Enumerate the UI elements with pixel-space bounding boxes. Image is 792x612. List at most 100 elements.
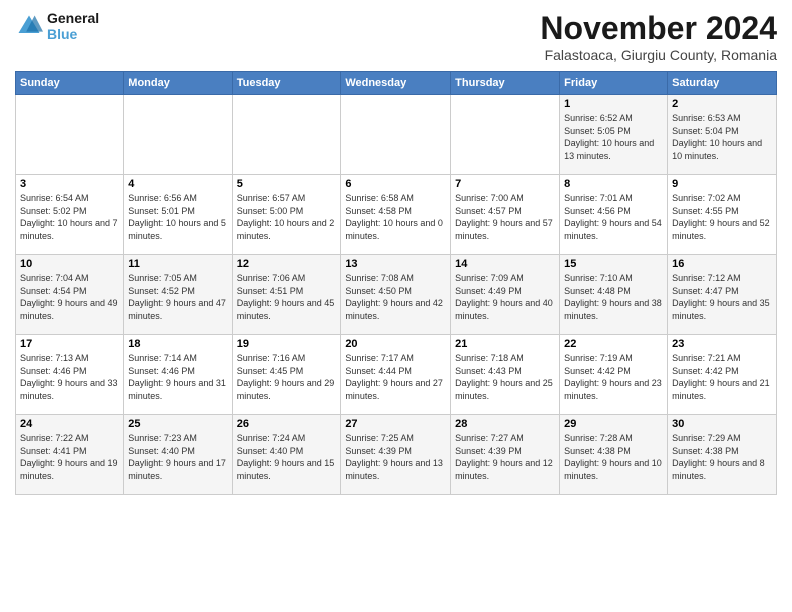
table-row: 10Sunrise: 7:04 AM Sunset: 4:54 PM Dayli… bbox=[16, 255, 124, 335]
table-row: 19 Sunrise: 7:16 AM Sunset: 4:45 PM Dayli… bbox=[232, 335, 341, 415]
day-info: Sunrise: 7:23 AM Sunset: 4:40 PM Dayligh… bbox=[128, 432, 227, 482]
day-info: Sunrise: 6:56 AM Sunset: 5:01 PM Dayligh… bbox=[128, 192, 227, 242]
day-info: Sunrise: 7:05 AM Sunset: 4:52 PM Dayligh… bbox=[128, 272, 227, 322]
month-title: November 2024 bbox=[540, 10, 777, 47]
table-row bbox=[124, 95, 232, 175]
day-info: Sunrise: 7:24 AM Sunset: 4:40 PM Dayligh… bbox=[237, 432, 337, 482]
table-row: 6 Sunrise: 6:58 AM Sunset: 4:58 PM Daylig… bbox=[341, 175, 451, 255]
table-row: 17 Sunrise: 7:13 AM Sunset: 4:46 PM Dayli… bbox=[16, 335, 124, 415]
day-number: 23 bbox=[672, 338, 772, 350]
calendar-week-row: 3Sunrise: 6:54 AM Sunset: 5:02 PM Daylig… bbox=[16, 175, 777, 255]
subtitle: Falastoaca, Giurgiu County, Romania bbox=[540, 47, 777, 63]
day-number: 26 bbox=[237, 418, 337, 430]
col-friday: Friday bbox=[560, 72, 668, 95]
day-number: 17 bbox=[20, 338, 119, 350]
day-number: 27 bbox=[345, 418, 446, 430]
table-row: 26 Sunrise: 7:24 AM Sunset: 4:40 PM Dayli… bbox=[232, 415, 341, 495]
col-thursday: Thursday bbox=[451, 72, 560, 95]
day-number: 29 bbox=[564, 418, 663, 430]
day-number: 20 bbox=[345, 338, 446, 350]
day-number: 6 bbox=[345, 178, 446, 190]
day-info: Sunrise: 6:57 AM Sunset: 5:00 PM Dayligh… bbox=[237, 192, 337, 242]
day-info: Sunrise: 7:02 AM Sunset: 4:55 PM Dayligh… bbox=[672, 192, 772, 242]
day-number: 14 bbox=[455, 258, 555, 270]
header: General Blue November 2024 Falastoaca, G… bbox=[15, 10, 777, 63]
table-row: 11 Sunrise: 7:05 AM Sunset: 4:52 PM Dayli… bbox=[124, 255, 232, 335]
table-row: 18 Sunrise: 7:14 AM Sunset: 4:46 PM Dayli… bbox=[124, 335, 232, 415]
day-number: 19 bbox=[237, 338, 337, 350]
day-info: Sunrise: 7:17 AM Sunset: 4:44 PM Dayligh… bbox=[345, 352, 446, 402]
day-number: 3 bbox=[20, 178, 119, 190]
table-row: 14 Sunrise: 7:09 AM Sunset: 4:49 PM Dayli… bbox=[451, 255, 560, 335]
day-info: Sunrise: 7:06 AM Sunset: 4:51 PM Dayligh… bbox=[237, 272, 337, 322]
table-row: 27 Sunrise: 7:25 AM Sunset: 4:39 PM Dayli… bbox=[341, 415, 451, 495]
table-row bbox=[341, 95, 451, 175]
day-number: 4 bbox=[128, 178, 227, 190]
table-row: 13 Sunrise: 7:08 AM Sunset: 4:50 PM Dayli… bbox=[341, 255, 451, 335]
day-info: Sunrise: 6:58 AM Sunset: 4:58 PM Dayligh… bbox=[345, 192, 446, 242]
col-saturday: Saturday bbox=[668, 72, 777, 95]
day-number: 1 bbox=[564, 98, 663, 110]
table-row: 4 Sunrise: 6:56 AM Sunset: 5:01 PM Daylig… bbox=[124, 175, 232, 255]
calendar-week-row: 24Sunrise: 7:22 AM Sunset: 4:41 PM Dayli… bbox=[16, 415, 777, 495]
day-number: 28 bbox=[455, 418, 555, 430]
col-wednesday: Wednesday bbox=[341, 72, 451, 95]
col-monday: Monday bbox=[124, 72, 232, 95]
day-info: Sunrise: 7:18 AM Sunset: 4:43 PM Dayligh… bbox=[455, 352, 555, 402]
table-row: 23 Sunrise: 7:21 AM Sunset: 4:42 PM Dayli… bbox=[668, 335, 777, 415]
table-row: 15 Sunrise: 7:10 AM Sunset: 4:48 PM Dayli… bbox=[560, 255, 668, 335]
table-row: 20 Sunrise: 7:17 AM Sunset: 4:44 PM Dayli… bbox=[341, 335, 451, 415]
table-row bbox=[232, 95, 341, 175]
table-row: 3Sunrise: 6:54 AM Sunset: 5:02 PM Daylig… bbox=[16, 175, 124, 255]
day-info: Sunrise: 7:21 AM Sunset: 4:42 PM Dayligh… bbox=[672, 352, 772, 402]
day-number: 11 bbox=[128, 258, 227, 270]
calendar: Sunday Monday Tuesday Wednesday Thursday… bbox=[15, 71, 777, 495]
logo-icon bbox=[15, 12, 43, 40]
day-number: 8 bbox=[564, 178, 663, 190]
day-info: Sunrise: 7:29 AM Sunset: 4:38 PM Dayligh… bbox=[672, 432, 772, 482]
table-row: 21Sunrise: 7:18 AM Sunset: 4:43 PM Dayli… bbox=[451, 335, 560, 415]
table-row: 16Sunrise: 7:12 AM Sunset: 4:47 PM Dayli… bbox=[668, 255, 777, 335]
day-number: 9 bbox=[672, 178, 772, 190]
logo-text: General Blue bbox=[47, 10, 99, 42]
day-number: 13 bbox=[345, 258, 446, 270]
day-number: 30 bbox=[672, 418, 772, 430]
table-row: 7 Sunrise: 7:00 AM Sunset: 4:57 PM Daylig… bbox=[451, 175, 560, 255]
table-row: 29 Sunrise: 7:28 AM Sunset: 4:38 PM Dayli… bbox=[560, 415, 668, 495]
day-info: Sunrise: 7:25 AM Sunset: 4:39 PM Dayligh… bbox=[345, 432, 446, 482]
table-row: 30 Sunrise: 7:29 AM Sunset: 4:38 PM Dayli… bbox=[668, 415, 777, 495]
day-number: 25 bbox=[128, 418, 227, 430]
day-number: 7 bbox=[455, 178, 555, 190]
day-number: 18 bbox=[128, 338, 227, 350]
table-row: 8 Sunrise: 7:01 AM Sunset: 4:56 PM Daylig… bbox=[560, 175, 668, 255]
table-row: 24Sunrise: 7:22 AM Sunset: 4:41 PM Dayli… bbox=[16, 415, 124, 495]
page: General Blue November 2024 Falastoaca, G… bbox=[0, 0, 792, 612]
day-number: 2 bbox=[672, 98, 772, 110]
calendar-header-row: Sunday Monday Tuesday Wednesday Thursday… bbox=[16, 72, 777, 95]
day-info: Sunrise: 7:12 AM Sunset: 4:47 PM Dayligh… bbox=[672, 272, 772, 322]
day-number: 15 bbox=[564, 258, 663, 270]
table-row: 28 Sunrise: 7:27 AM Sunset: 4:39 PM Dayli… bbox=[451, 415, 560, 495]
table-row: 25 Sunrise: 7:23 AM Sunset: 4:40 PM Dayli… bbox=[124, 415, 232, 495]
title-block: November 2024 Falastoaca, Giurgiu County… bbox=[540, 10, 777, 63]
table-row: 12Sunrise: 7:06 AM Sunset: 4:51 PM Dayli… bbox=[232, 255, 341, 335]
day-number: 22 bbox=[564, 338, 663, 350]
table-row bbox=[16, 95, 124, 175]
table-row: 9 Sunrise: 7:02 AM Sunset: 4:55 PM Daylig… bbox=[668, 175, 777, 255]
day-info: Sunrise: 7:10 AM Sunset: 4:48 PM Dayligh… bbox=[564, 272, 663, 322]
day-info: Sunrise: 7:01 AM Sunset: 4:56 PM Dayligh… bbox=[564, 192, 663, 242]
day-info: Sunrise: 7:27 AM Sunset: 4:39 PM Dayligh… bbox=[455, 432, 555, 482]
day-info: Sunrise: 7:08 AM Sunset: 4:50 PM Dayligh… bbox=[345, 272, 446, 322]
day-info: Sunrise: 7:16 AM Sunset: 4:45 PM Dayligh… bbox=[237, 352, 337, 402]
day-info: Sunrise: 7:00 AM Sunset: 4:57 PM Dayligh… bbox=[455, 192, 555, 242]
day-info: Sunrise: 6:52 AM Sunset: 5:05 PM Dayligh… bbox=[564, 112, 663, 162]
table-row: 1 Sunrise: 6:52 AM Sunset: 5:05 PM Daylig… bbox=[560, 95, 668, 175]
day-info: Sunrise: 7:14 AM Sunset: 4:46 PM Dayligh… bbox=[128, 352, 227, 402]
day-info: Sunrise: 7:09 AM Sunset: 4:49 PM Dayligh… bbox=[455, 272, 555, 322]
calendar-week-row: 1 Sunrise: 6:52 AM Sunset: 5:05 PM Daylig… bbox=[16, 95, 777, 175]
table-row: 5Sunrise: 6:57 AM Sunset: 5:00 PM Daylig… bbox=[232, 175, 341, 255]
day-info: Sunrise: 7:04 AM Sunset: 4:54 PM Dayligh… bbox=[20, 272, 119, 322]
day-info: Sunrise: 7:13 AM Sunset: 4:46 PM Dayligh… bbox=[20, 352, 119, 402]
day-info: Sunrise: 6:53 AM Sunset: 5:04 PM Dayligh… bbox=[672, 112, 772, 162]
day-info: Sunrise: 7:28 AM Sunset: 4:38 PM Dayligh… bbox=[564, 432, 663, 482]
